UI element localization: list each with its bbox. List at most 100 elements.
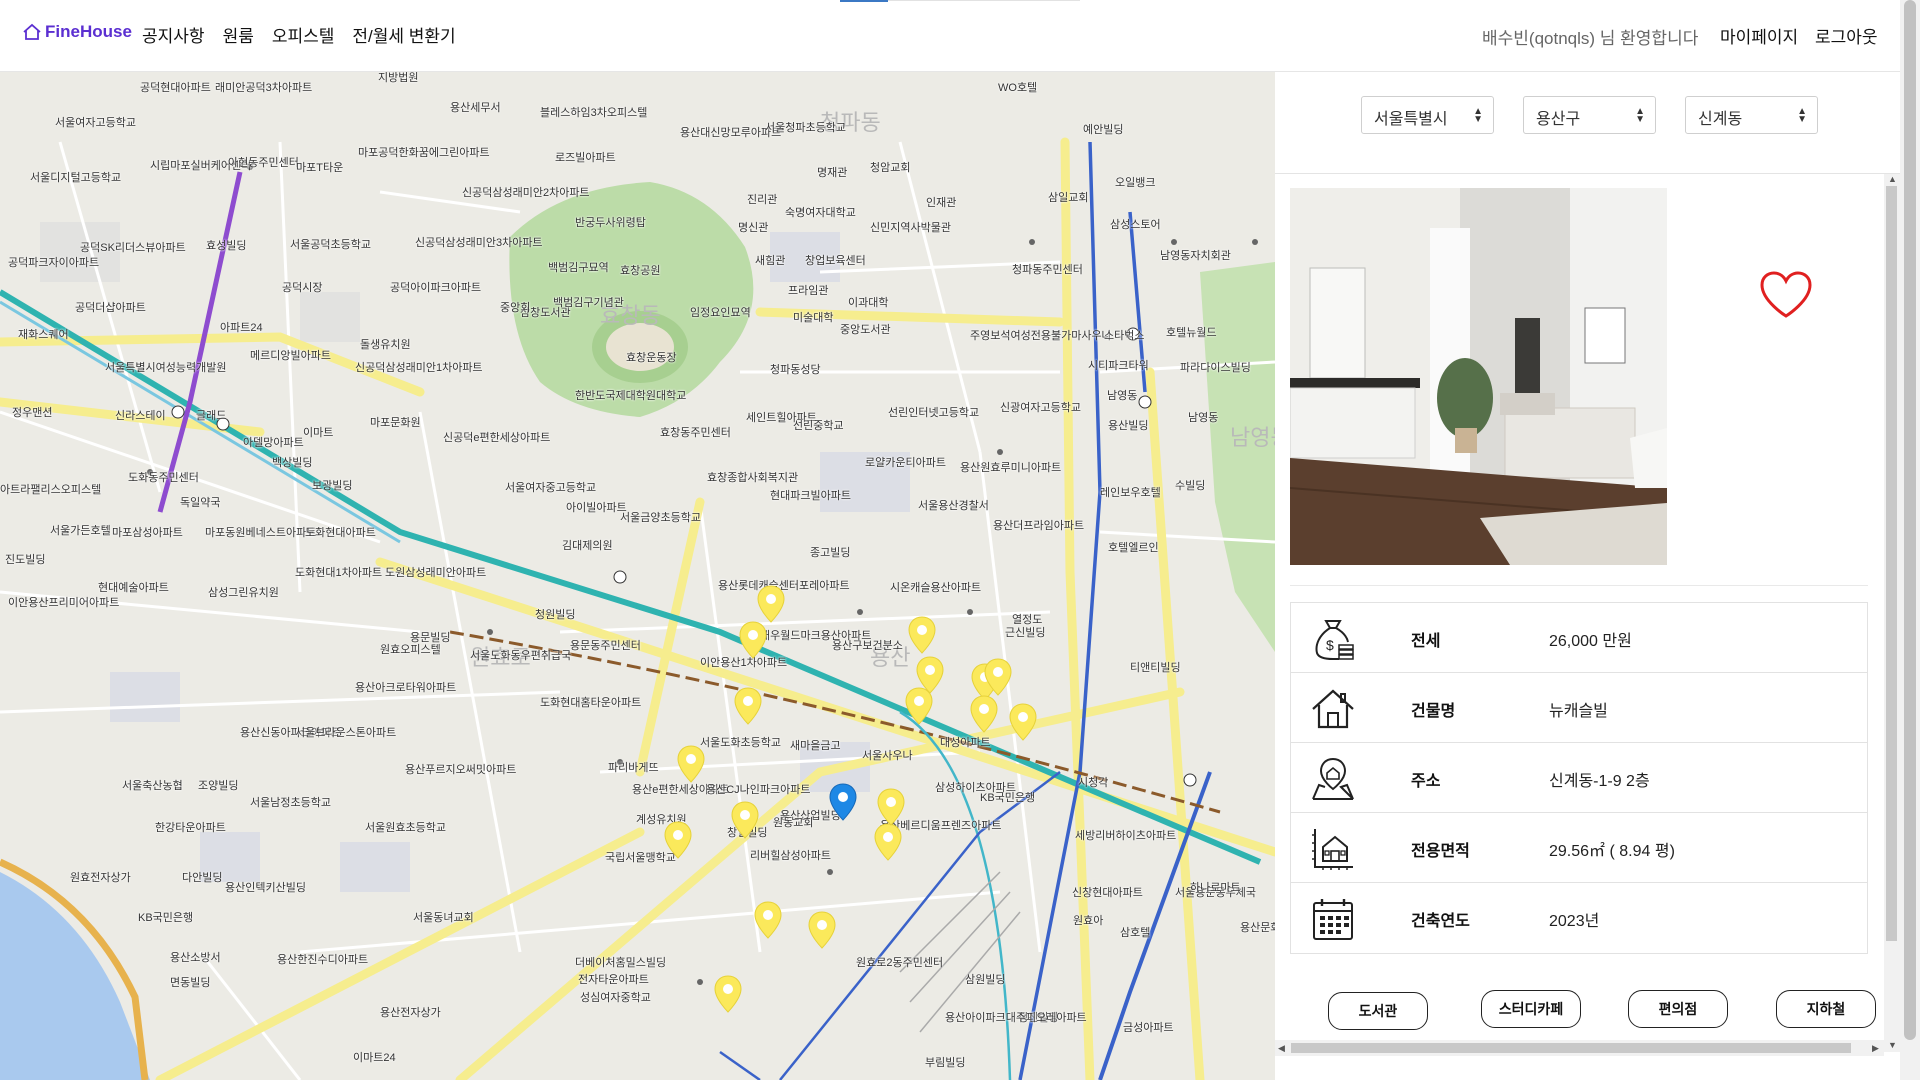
city-select[interactable]: 서울특별시 ▲ ▼ <box>1361 96 1494 134</box>
library-button[interactable]: 도서관 <box>1328 992 1428 1030</box>
map-label: 파리바게뜨 <box>608 762 659 774</box>
map-label: 용문빌딩 <box>410 632 451 644</box>
district-select[interactable]: 용산구 ▲ ▼ <box>1523 96 1656 134</box>
scroll-up-arrow-icon[interactable]: ▲ <box>1888 174 1897 184</box>
scroll-left-arrow-icon[interactable]: ◀ <box>1278 1043 1285 1054</box>
nav-oneroom[interactable]: 원룸 <box>223 22 254 47</box>
listing-pin[interactable] <box>983 657 1013 697</box>
listing-pin[interactable] <box>676 744 706 784</box>
map-label: 청암교회 <box>870 162 911 174</box>
map-label: 공덕시장 <box>282 282 323 294</box>
map-label: 남영동자치회관 <box>1160 250 1231 262</box>
logout-link[interactable]: 로그아웃 <box>1815 23 1878 48</box>
panel-scroll-thumb[interactable] <box>1886 186 1897 941</box>
listing-pin[interactable] <box>663 820 693 860</box>
map-label-district: 용산 <box>870 645 911 670</box>
map-label: 청파동주민센터 <box>1012 264 1083 276</box>
region-filter-bar: 서울특별시 ▲ ▼ 용산구 ▲ ▼ 신계동 ▲ ▼ <box>1275 72 1900 174</box>
map-label: 중앙회 <box>500 302 531 314</box>
map-label: 효창운동장 <box>626 352 677 364</box>
listing-pin[interactable] <box>807 910 837 950</box>
map-label: 용산더프라임아파트 <box>993 520 1085 532</box>
subway-button[interactable]: 지하철 <box>1776 990 1876 1028</box>
study-cafe-button[interactable]: 스터디카페 <box>1481 990 1581 1028</box>
info-row-deposit: $ 전세 26,000 만원 <box>1291 603 1867 673</box>
map-label: 이마트 <box>303 427 334 439</box>
convenience-store-button[interactable]: 편의점 <box>1628 990 1728 1028</box>
listing-pin[interactable] <box>730 800 760 840</box>
map-label: 신공덕삼성래미안3차아파트 <box>415 237 543 249</box>
map-label: 효창종합사회복지관 <box>707 472 799 484</box>
map-label: 신라스테이 <box>115 410 166 422</box>
map-label: 서울청파초등학교 <box>765 122 846 134</box>
svg-text:$: $ <box>1326 637 1334 653</box>
scroll-down-arrow-icon[interactable]: ▼ <box>1888 1040 1897 1050</box>
welcome-message: 배수빈(qotnqls) 님 환영합니다 <box>1482 29 1699 48</box>
info-label: 전세 <box>1411 633 1441 650</box>
info-label: 건물명 <box>1411 703 1456 720</box>
map-label: 용산문화원 <box>1240 922 1275 934</box>
info-value: 뉴캐슬빌 <box>1549 703 1608 720</box>
map-label: 돌생유치원 <box>360 339 411 351</box>
map-label: 대성아파트 <box>940 737 991 749</box>
map-location-icon <box>1312 757 1354 800</box>
map-label: 공덕더샵아파트 <box>75 302 146 314</box>
listing-pin[interactable] <box>738 620 768 660</box>
map-label: 한반도국제대학원대학교 <box>575 390 687 402</box>
building-area-icon <box>1312 829 1353 870</box>
house-icon <box>1312 689 1354 729</box>
money-bag-icon: $ <box>1315 620 1354 660</box>
map-label: 아델망아파트 <box>243 437 304 449</box>
listing-pin[interactable] <box>733 686 763 726</box>
listing-pin[interactable] <box>904 686 934 726</box>
nav-rent-converter[interactable]: 전/월세 변환기 <box>352 22 455 47</box>
scroll-right-arrow-icon[interactable]: ▶ <box>1872 1043 1879 1054</box>
calendar-icon <box>1313 899 1353 940</box>
listing-pin[interactable] <box>1008 702 1038 742</box>
map-label: 로즈빌아파트 <box>555 152 616 164</box>
map-label: 전자타운아파트 <box>578 974 649 986</box>
listing-pin[interactable] <box>876 787 906 827</box>
map-label: 신공덕e편한세상아파트 <box>443 432 551 444</box>
selected-listing-pin[interactable] <box>828 782 858 822</box>
map-label: 백범김구묘역 <box>548 262 609 274</box>
window-scroll-thumb[interactable] <box>1904 0 1916 1040</box>
panel-vertical-scrollbar[interactable]: ▲ ▼ <box>1884 174 1900 1052</box>
map-label: 용산빌딩 <box>1108 420 1149 432</box>
map-label: 현대예술아파트 <box>98 582 169 594</box>
window-scrollbar[interactable] <box>1900 0 1920 1080</box>
map-label: 신공덕삼성래미안1차아파트 <box>355 362 483 374</box>
map-label: 새마을금고 <box>790 740 841 752</box>
listing-pin[interactable] <box>713 974 743 1014</box>
map-label: 한강타운아파트 <box>155 822 226 834</box>
panel-horizontal-scrollbar[interactable]: ◀ ▶ <box>1275 1040 1884 1056</box>
map-label: 신민지역사박물관 <box>870 222 951 234</box>
map-label: 도원삼성래미안아파트 <box>385 567 487 579</box>
listing-pin[interactable] <box>873 822 903 862</box>
map-label: 이안용산프리미어아파트 <box>8 597 120 609</box>
map-label: 아이빌아파트 <box>566 502 627 514</box>
map-label: 서울도화동우편취급국 <box>470 650 572 662</box>
listing-pin[interactable] <box>907 615 937 655</box>
map-label: 아트라팰리스오피스텔 <box>0 484 102 496</box>
brand-logo[interactable]: FineHouse <box>22 22 132 42</box>
dong-select[interactable]: 신계동 ▲ ▼ <box>1685 96 1818 134</box>
map-label: 이과대학 <box>848 297 889 309</box>
room-photo-image <box>1290 188 1667 565</box>
listing-pin[interactable] <box>753 900 783 940</box>
listing-pin[interactable] <box>969 694 999 734</box>
listing-pin[interactable] <box>756 584 786 624</box>
favorite-heart-icon[interactable] <box>1759 270 1813 320</box>
nav-notice[interactable]: 공지사항 <box>142 22 205 47</box>
select-caret-icon: ▲ ▼ <box>1635 106 1645 125</box>
listing-detail-scroll[interactable]: $ 전세 26,000 만원 건물명 뉴캐슬빌 주소 신계동-1-9 2층 전용… <box>1275 174 1900 1080</box>
nav-officetel[interactable]: 오피스텔 <box>272 22 335 47</box>
photo-divider <box>1290 585 1868 586</box>
panel-hscroll-thumb[interactable] <box>1291 1043 1851 1053</box>
map-label: 인재관 <box>926 197 957 209</box>
mypage-link[interactable]: 마이페이지 <box>1720 23 1798 48</box>
map-label: 메르디앙빌아파트 <box>250 350 331 362</box>
map-label: 서울디지털고등학교 <box>30 172 122 184</box>
map-label: 신창현대아파트 <box>1072 887 1143 899</box>
map-view[interactable]: 청파동 효창동 용산 원효로 남영동 공덕현대아파트 래미안공덕3차아파트 지방… <box>0 72 1275 1080</box>
